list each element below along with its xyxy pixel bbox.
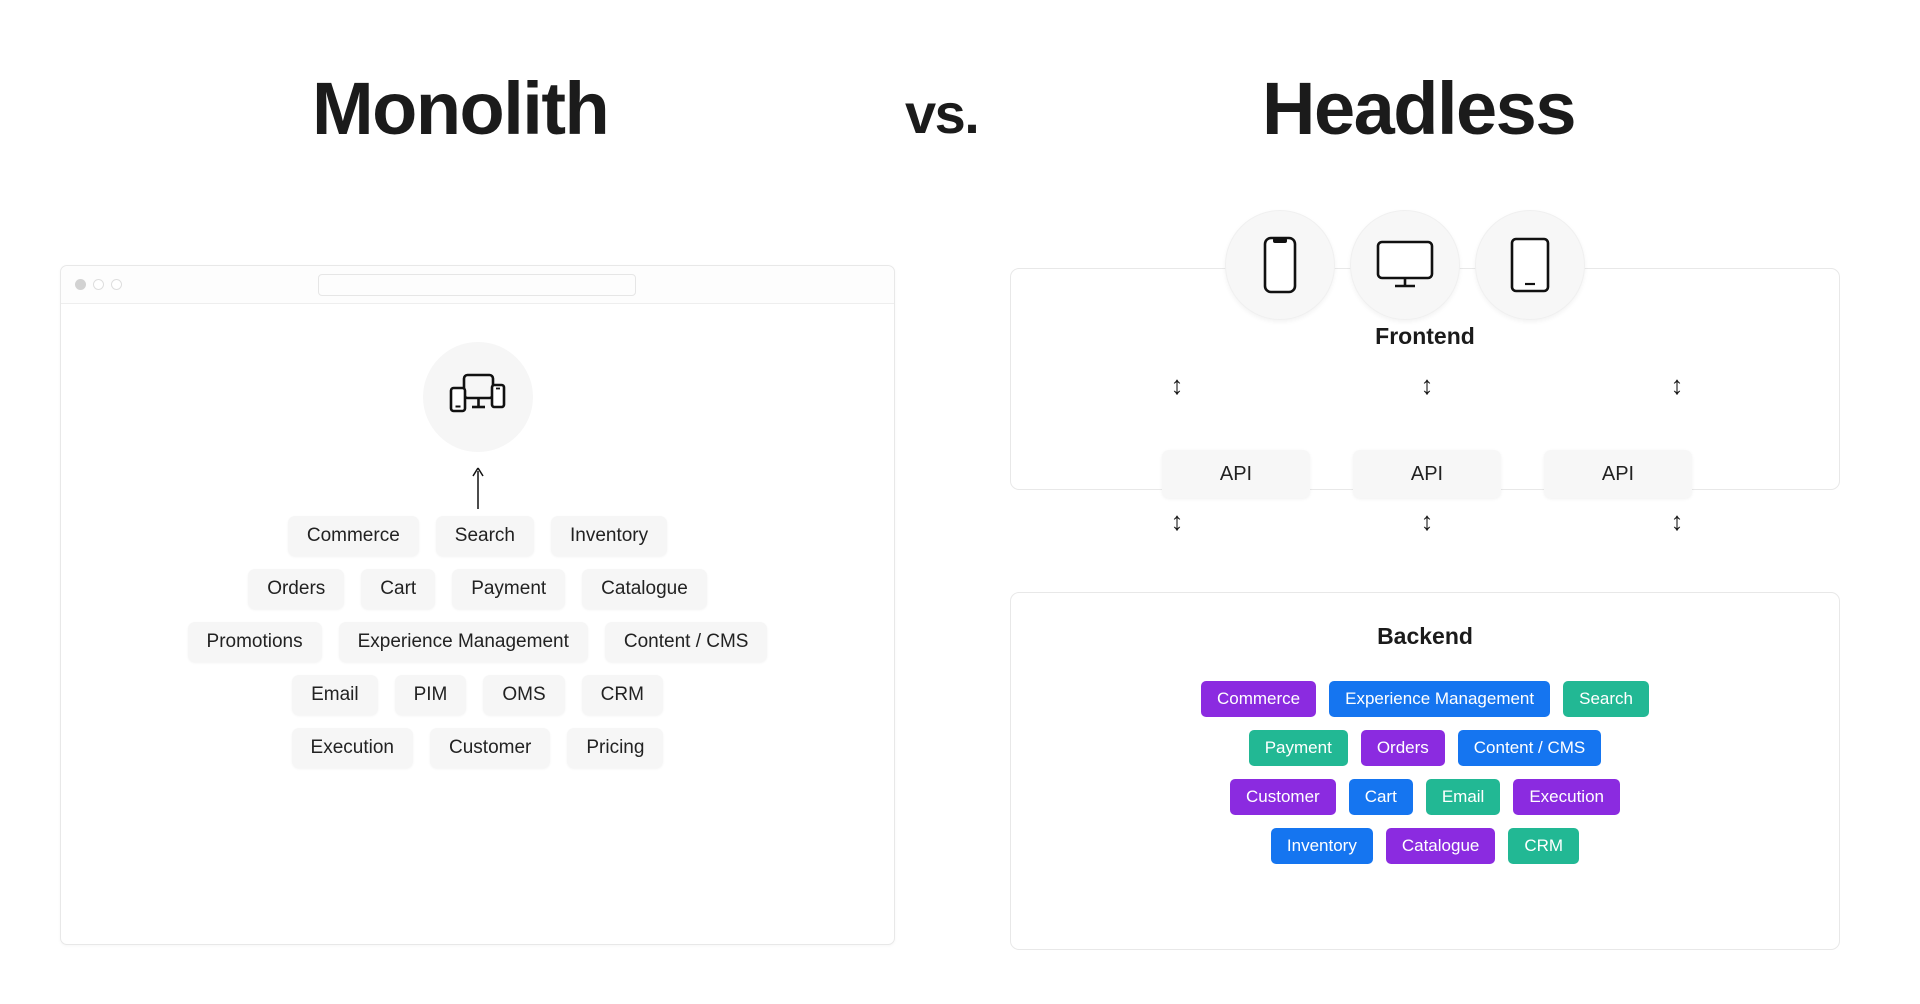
monitor-icon bbox=[1350, 210, 1460, 320]
api-backend-arrows: ↕ ↕ ↕ bbox=[1162, 508, 1692, 534]
backend-service-row: Customer Cart Email Execution bbox=[1230, 779, 1620, 815]
monolith-browser-window: Commerce Search Inventory Orders Cart Payment… bbox=[60, 265, 895, 945]
monolith-capability-tag[interactable]: Content / CMS bbox=[604, 622, 768, 662]
backend-service-tag[interactable]: CRM bbox=[1508, 828, 1580, 864]
monolith-capability-tag[interactable]: Experience Management bbox=[338, 622, 588, 662]
double-arrow-icon: ↕ bbox=[1170, 506, 1184, 536]
frontend-label: Frontend bbox=[1375, 323, 1475, 349]
backend-service-tag[interactable]: Cart bbox=[1348, 779, 1413, 815]
backend-service-tag[interactable]: Payment bbox=[1248, 730, 1348, 766]
title-vs: vs. bbox=[905, 82, 980, 145]
monolith-capability-tag[interactable]: Execution bbox=[291, 728, 413, 768]
monolith-capability-tag[interactable]: Payment bbox=[452, 569, 566, 609]
double-arrow-icon: ↕ bbox=[1420, 370, 1434, 400]
monolith-capability-row: Promotions Experience Management Content /… bbox=[187, 622, 768, 662]
api-box[interactable]: API bbox=[1353, 450, 1501, 498]
title-headless: Headless bbox=[1262, 67, 1576, 150]
backend-service-tag[interactable]: Orders bbox=[1360, 730, 1445, 766]
browser-title-bar bbox=[61, 266, 894, 304]
phone-icon bbox=[1225, 210, 1335, 320]
backend-service-tag[interactable]: Experience Management bbox=[1329, 681, 1551, 717]
backend-label: Backend bbox=[1377, 623, 1473, 649]
double-arrow-icon: ↕ bbox=[1670, 506, 1684, 536]
monolith-capability-tag[interactable]: Promotions bbox=[187, 622, 322, 662]
monolith-capability-tag[interactable]: PIM bbox=[394, 675, 467, 715]
monolith-capability-tag[interactable]: Email bbox=[292, 675, 378, 715]
backend-service-tag[interactable]: Execution bbox=[1513, 779, 1620, 815]
multi-device-icon bbox=[422, 342, 533, 452]
monolith-capability-tag[interactable]: Commerce bbox=[287, 516, 419, 556]
monolith-capability-row: Orders Cart Payment Catalogue bbox=[248, 569, 707, 609]
monolith-capability-tag[interactable]: Pricing bbox=[567, 728, 664, 768]
double-arrow-icon: ↕ bbox=[1670, 370, 1684, 400]
monolith-capability-rows: Commerce Search Inventory Orders Cart Payment… bbox=[61, 516, 894, 768]
api-boxes-row: API API API bbox=[1162, 450, 1692, 498]
monolith-capability-tag[interactable]: OMS bbox=[483, 675, 565, 715]
monolith-capability-tag[interactable]: Catalogue bbox=[582, 569, 707, 609]
backend-service-tag[interactable]: Customer bbox=[1230, 779, 1336, 815]
backend-service-tag[interactable]: Email bbox=[1425, 779, 1501, 815]
monolith-capability-tag[interactable]: Search bbox=[435, 516, 534, 556]
double-arrow-icon: ↕ bbox=[1170, 370, 1184, 400]
monolith-capability-tag[interactable]: CRM bbox=[581, 675, 663, 715]
traffic-light-maximize-icon[interactable] bbox=[111, 279, 122, 290]
api-box[interactable]: API bbox=[1544, 450, 1692, 498]
monolith-capability-row: Email PIM OMS CRM bbox=[292, 675, 663, 715]
monolith-capability-row: Execution Customer Pricing bbox=[291, 728, 664, 768]
api-box[interactable]: API bbox=[1162, 450, 1310, 498]
backend-service-tag[interactable]: Content / CMS bbox=[1457, 730, 1602, 766]
monolith-capability-row: Commerce Search Inventory bbox=[287, 516, 668, 556]
monolith-up-arrow-icon bbox=[468, 467, 488, 509]
backend-service-tag[interactable]: Catalogue bbox=[1385, 828, 1496, 864]
backend-service-row: Inventory Catalogue CRM bbox=[1270, 828, 1580, 864]
monolith-capability-tag[interactable]: Orders bbox=[248, 569, 345, 609]
browser-url-bar[interactable] bbox=[318, 274, 636, 296]
titles-row: Monolith vs. Headless bbox=[0, 62, 1920, 172]
monolith-capability-tag[interactable]: Cart bbox=[361, 569, 436, 609]
title-monolith: Monolith bbox=[312, 67, 610, 150]
browser-viewport: Commerce Search Inventory Orders Cart Payment… bbox=[61, 304, 894, 944]
backend-service-row: Commerce Experience Management Search bbox=[1200, 681, 1649, 717]
traffic-light-close-icon[interactable] bbox=[75, 279, 86, 290]
tablet-icon bbox=[1475, 210, 1585, 320]
frontend-device-icons bbox=[1225, 210, 1585, 320]
monolith-capability-tag[interactable]: Inventory bbox=[550, 516, 668, 556]
diagram-canvas: Monolith vs. Headless Commerce Search In… bbox=[0, 0, 1920, 1004]
monolith-capability-tag[interactable]: Customer bbox=[430, 728, 551, 768]
backend-service-rows: Commerce Experience Management Search Payme… bbox=[1011, 681, 1839, 864]
headless-diagram: Frontend ↕ ↕ ↕ API API API ↕ ↕ ↕ Backend… bbox=[1010, 210, 1840, 950]
frontend-api-arrows: ↕ ↕ ↕ bbox=[1162, 372, 1692, 398]
double-arrow-icon: ↕ bbox=[1420, 506, 1434, 536]
traffic-lights bbox=[75, 279, 122, 290]
backend-service-tag[interactable]: Commerce bbox=[1200, 681, 1317, 717]
backend-service-tag[interactable]: Inventory bbox=[1270, 828, 1373, 864]
backend-panel: Backend Commerce Experience Management Sea… bbox=[1010, 592, 1840, 950]
backend-service-row: Payment Orders Content / CMS bbox=[1248, 730, 1602, 766]
backend-service-tag[interactable]: Search bbox=[1563, 681, 1649, 717]
traffic-light-minimize-icon[interactable] bbox=[93, 279, 104, 290]
